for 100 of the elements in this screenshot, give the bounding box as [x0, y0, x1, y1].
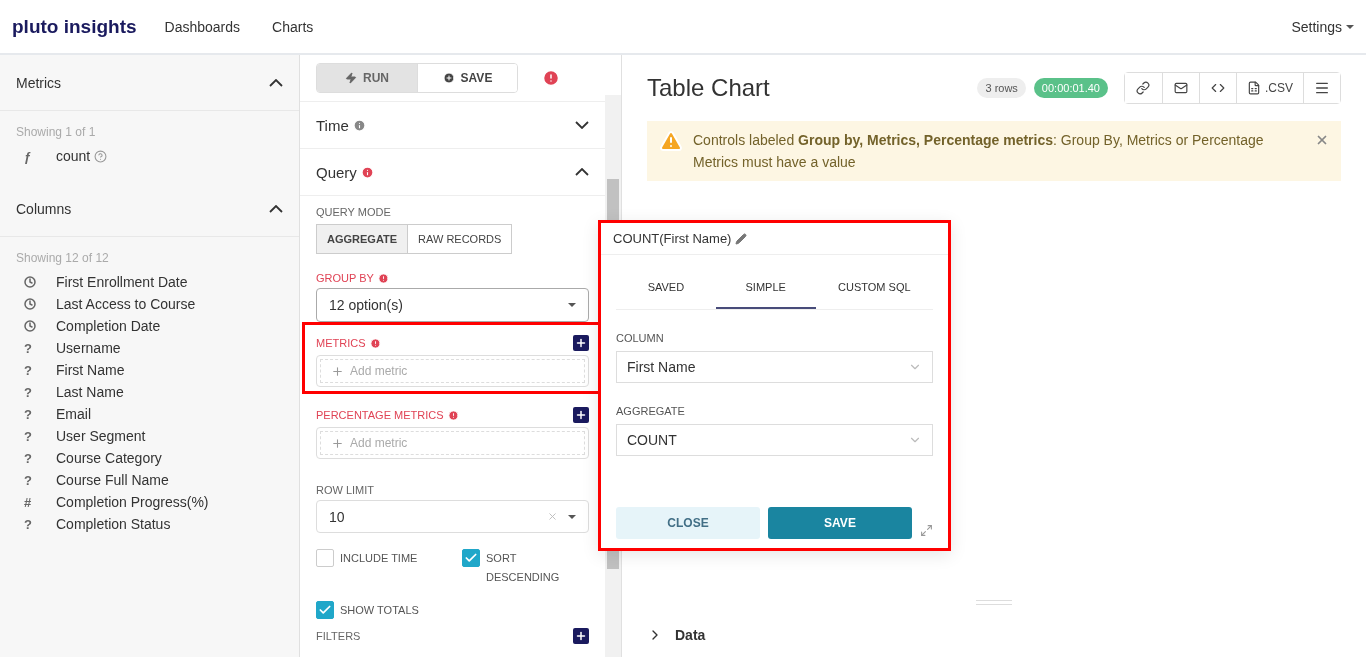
select-field[interactable]: COUNT: [616, 424, 933, 456]
more-menu-button[interactable]: [1303, 73, 1340, 103]
chevron-up-icon: [269, 204, 283, 213]
nav-link[interactable]: Dashboards: [164, 18, 241, 35]
type-glyph: #: [24, 494, 32, 510]
checkbox-label: SORT DESCENDING: [486, 551, 561, 585]
row-limit-select[interactable]: 10: [316, 500, 589, 533]
chevron-down-icon: [575, 121, 589, 129]
section-header[interactable]: Time: [300, 101, 605, 148]
plus-icon: [331, 364, 344, 378]
type-glyph: ?: [24, 384, 32, 400]
column-name[interactable]: Course Category: [56, 450, 162, 466]
group-by-select[interactable]: 12 option(s): [316, 288, 589, 322]
showing-count: Showing 1 of 1: [15, 124, 97, 141]
row-count: 3 rows: [977, 78, 1026, 98]
info-icon: [360, 165, 374, 179]
check-icon: [318, 603, 332, 617]
field-label: METRICS: [316, 337, 381, 349]
popover-tab[interactable]: SIMPLE: [715, 267, 816, 309]
column-name[interactable]: Email: [56, 406, 91, 422]
query-mode-option[interactable]: RAW RECORDS: [408, 224, 513, 254]
column-name[interactable]: Username: [56, 340, 121, 356]
bolt-icon: [345, 72, 357, 84]
query-timer: 00:00:01.40: [1033, 78, 1108, 98]
field-label: FILTERS: [316, 630, 361, 642]
checkbox[interactable]: [316, 549, 334, 567]
type-glyph: ?: [24, 516, 32, 532]
section-title: Columns: [16, 200, 72, 217]
checkbox-label: SHOW TOTALS: [340, 603, 420, 618]
add-button[interactable]: [573, 628, 589, 644]
metric-title[interactable]: COUNT(First Name): [613, 231, 732, 246]
field-label: COLUMN: [616, 332, 665, 344]
clock-icon: [24, 276, 36, 288]
resize-icon[interactable]: [920, 523, 933, 537]
resize-handle[interactable]: [976, 600, 1012, 605]
error-icon: [377, 272, 389, 284]
logo[interactable]: pluto insights: [12, 15, 137, 38]
add-button[interactable]: [573, 335, 589, 351]
data-section-toggle[interactable]: Data: [647, 627, 1341, 657]
column-name[interactable]: Course Full Name: [56, 472, 169, 488]
error-icon: [369, 337, 381, 349]
mail-icon: [1174, 81, 1188, 95]
chart-title: Table Chart: [647, 74, 770, 102]
settings-menu[interactable]: Settings: [1291, 18, 1354, 35]
plus-icon: [575, 630, 587, 642]
column-name[interactable]: User Segment: [56, 428, 146, 444]
add-button[interactable]: [573, 407, 589, 423]
section-header[interactable]: Query: [300, 148, 605, 195]
column-name[interactable]: Last Name: [56, 384, 124, 400]
type-glyph: ?: [24, 406, 32, 422]
check-icon: [464, 551, 478, 565]
type-glyph: ?: [24, 340, 32, 356]
column-name[interactable]: count: [56, 148, 91, 164]
close-icon[interactable]: [1315, 133, 1329, 147]
section-header[interactable]: Columns: [0, 181, 299, 237]
column-name[interactable]: First Enrollment Date: [56, 274, 188, 290]
plus-icon: [575, 409, 587, 421]
query-mode-option[interactable]: AGGREGATE: [316, 224, 409, 254]
popover-tab[interactable]: CUSTOM SQL: [815, 267, 933, 309]
field-label: ROW LIMIT: [316, 484, 375, 496]
error-icon: [447, 409, 459, 421]
section-title: Query: [316, 163, 357, 181]
field-label: QUERY MODE: [316, 206, 392, 218]
save-button[interactable]: SAVE: [768, 507, 912, 539]
type-glyph: ?: [24, 362, 32, 378]
plus-icon: [575, 337, 587, 349]
plus-icon: [331, 436, 344, 450]
clock-icon: [24, 320, 36, 332]
section-title: Time: [316, 116, 349, 134]
warning-icon: [659, 129, 683, 153]
showing-count: Showing 12 of 12: [15, 250, 110, 267]
column-name[interactable]: Last Access to Course: [56, 296, 196, 312]
menu-icon: [1314, 80, 1330, 96]
close-button[interactable]: CLOSE: [616, 507, 760, 539]
info-icon: [352, 118, 366, 132]
save-button[interactable]: SAVE: [417, 64, 517, 92]
clear-icon: [547, 511, 558, 522]
link-icon: [1136, 81, 1151, 95]
checkbox-label: INCLUDE TIME: [340, 551, 419, 566]
chevron-up-icon: [575, 168, 589, 176]
field-label: PERCENTAGE METRICS: [316, 409, 459, 421]
checkbox[interactable]: [462, 549, 480, 567]
section-title: Metrics: [16, 74, 62, 91]
field-label: GROUP BY: [316, 272, 389, 284]
column-name[interactable]: First Name: [56, 362, 125, 378]
column-name[interactable]: Completion Progress(%): [56, 494, 209, 510]
checkbox[interactable]: [316, 601, 334, 619]
type-glyph: ?: [24, 428, 32, 444]
plus-circle-icon: [442, 72, 455, 84]
section-header[interactable]: Metrics: [0, 55, 299, 111]
column-name[interactable]: Completion Status: [56, 516, 171, 532]
column-name[interactable]: Completion Date: [56, 318, 161, 334]
nav-link[interactable]: Charts: [272, 18, 314, 35]
popover-tab[interactable]: SAVED: [616, 267, 716, 309]
pencil-icon: [735, 232, 748, 245]
file-icon: [1247, 81, 1261, 95]
alert-message: Controls labeled Group by, Metrics, Percentage metrics: Group By, Metrics or Percentage Metrics must have a value: [693, 131, 1265, 172]
select-field[interactable]: First Name: [616, 351, 933, 383]
code-icon: [1211, 81, 1225, 95]
field-label: AGGREGATE: [616, 405, 686, 417]
